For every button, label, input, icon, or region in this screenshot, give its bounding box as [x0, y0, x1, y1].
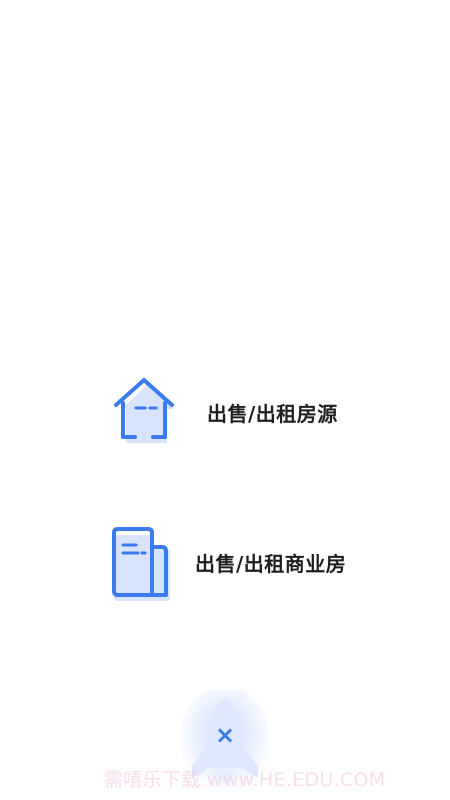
- sell-rent-commercial-label: 出售/出租商业房: [195, 552, 347, 576]
- sell-rent-commercial-option[interactable]: 出售/出租商业房: [0, 515, 450, 605]
- sell-rent-house-option[interactable]: 出售/出租房源: [0, 365, 450, 455]
- watermark-text: 需嘻乐下载 www.HE.EDU.COM: [104, 769, 386, 791]
- publish-menu-page: 出售/出租房源 出售/出租商业房 × 需嘻乐下载 www.HE.EDU.COM: [0, 0, 450, 800]
- building-document-icon: [112, 527, 170, 601]
- house-icon: [114, 378, 174, 443]
- sell-rent-house-label: 出售/出租房源: [207, 402, 338, 426]
- close-icon[interactable]: ×: [215, 721, 235, 749]
